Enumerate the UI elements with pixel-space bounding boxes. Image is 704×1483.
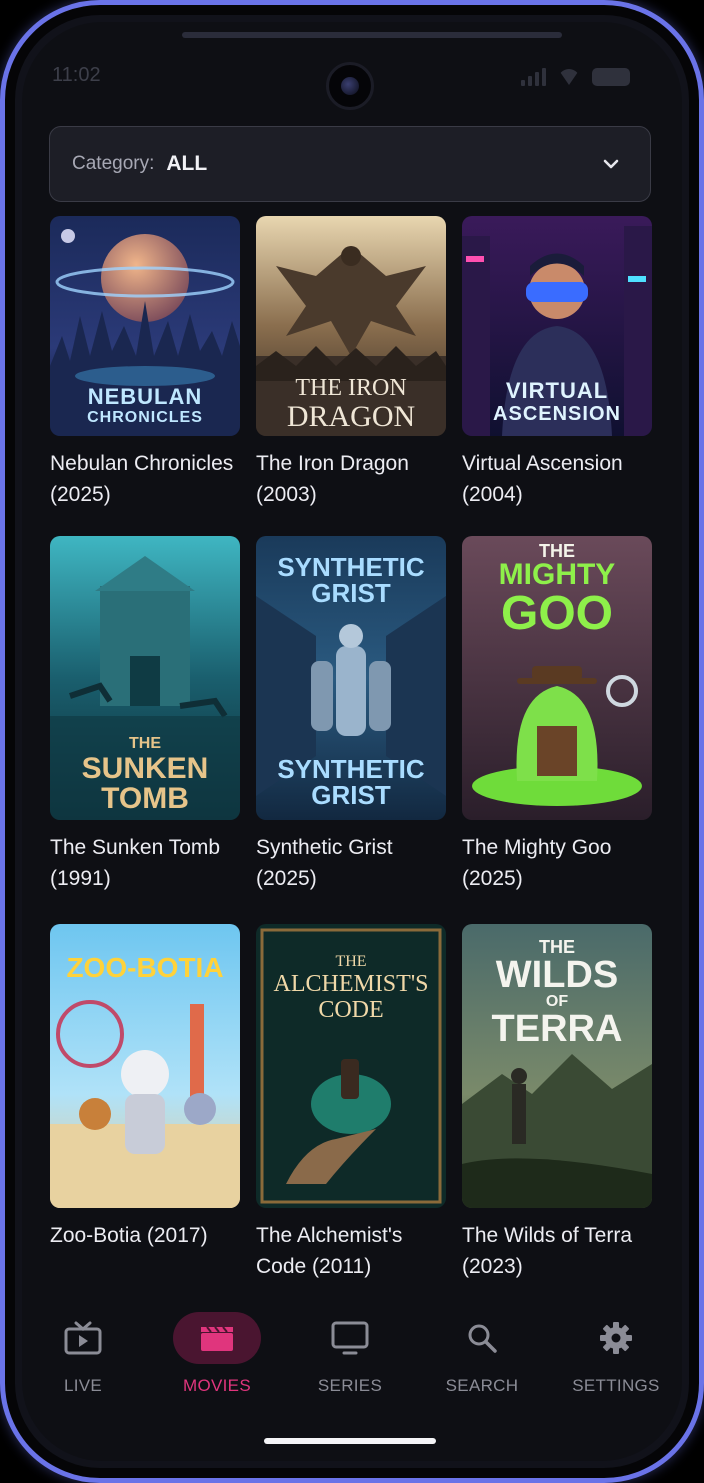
monitor-icon xyxy=(331,1321,369,1355)
movie-title: The Sunken Tomb (1991) xyxy=(50,836,221,890)
nav-item-movies[interactable]: MOVIES xyxy=(162,1312,272,1396)
movie-title: Synthetic Grist (2025) xyxy=(256,836,393,890)
category-dropdown[interactable]: Category: ALL xyxy=(49,126,651,202)
battery-icon xyxy=(592,68,630,86)
chevron-down-icon xyxy=(603,159,619,169)
app-screen: 11:02 Category: ALL NEBULAN CHRONICLES N… xyxy=(22,22,682,1461)
search-icon xyxy=(468,1324,497,1353)
poster-title: THE WILDS OF TERRA xyxy=(491,937,623,1050)
movie-title: The Wilds of Terra (2023) xyxy=(462,1224,632,1278)
gear-icon xyxy=(600,1322,632,1354)
nav-label: LIVE xyxy=(63,1376,103,1395)
movie-card[interactable]: THE ALCHEMIST'S CODE The Alchemist's Cod… xyxy=(256,924,446,1282)
movie-title: Zoo-Botia (2017) xyxy=(50,1224,208,1247)
nav-item-settings[interactable]: SETTINGS xyxy=(561,1312,671,1396)
movie-card[interactable]: NEBULAN CHRONICLES Nebulan Chronicles (2… xyxy=(50,216,240,510)
category-value: ALL xyxy=(166,152,208,175)
movie-card[interactable]: VIRTUAL ASCENSION Virtual Ascension (200… xyxy=(462,216,652,510)
home-indicator[interactable] xyxy=(264,1438,436,1444)
nav-label: MOVIES xyxy=(183,1376,251,1395)
clapperboard-icon xyxy=(201,1326,233,1351)
nav-label: SETTINGS xyxy=(572,1376,660,1395)
movie-poster[interactable]: ZOO-BOTIA xyxy=(50,924,240,1208)
poster-title: VIRTUAL ASCENSION xyxy=(493,378,621,425)
movie-title: Virtual Ascension (2004) xyxy=(462,452,623,506)
poster-title: ZOO-BOTIA xyxy=(66,952,224,983)
tv-icon xyxy=(64,1321,102,1355)
status-icons xyxy=(521,68,630,86)
nav-label: SERIES xyxy=(317,1376,383,1395)
movie-title: The Mighty Goo (2025) xyxy=(462,836,612,890)
poster-title: THE SUNKEN TOMB xyxy=(81,735,209,815)
poster-title: THE IRON DRAGON xyxy=(286,375,416,433)
category-label: Category: xyxy=(72,153,155,174)
movie-poster[interactable]: SYNTHETIC GRIST SYNTHETIC GRIST xyxy=(256,536,446,820)
movie-card[interactable]: THE MIGHTY GOO The Mighty Goo (2025) xyxy=(462,536,652,894)
movie-poster[interactable]: THE SUNKEN TOMB xyxy=(50,536,240,820)
poster-title: THE MIGHTY GOO xyxy=(498,541,616,640)
top-bezel-line xyxy=(182,32,562,38)
movie-poster[interactable]: THE IRON DRAGON xyxy=(256,216,446,436)
front-camera xyxy=(326,62,374,110)
movie-poster[interactable]: VIRTUAL ASCENSION xyxy=(462,216,652,436)
poster-title: SYNTHETIC GRIST xyxy=(277,552,425,608)
nav-item-search[interactable]: SEARCH xyxy=(427,1312,537,1396)
movie-card[interactable]: THE SUNKEN TOMB The Sunken Tomb (1991) xyxy=(50,536,240,894)
movie-card[interactable]: SYNTHETIC GRIST SYNTHETIC GRIST Syntheti… xyxy=(256,536,446,894)
movie-card[interactable]: ZOO-BOTIA Zoo-Botia (2017) xyxy=(50,924,240,1251)
bottom-nav: LIVE MOVIES SERIES SEARCH SETTINGS xyxy=(22,1312,682,1402)
status-bar: 11:02 xyxy=(22,62,682,110)
movie-title: The Iron Dragon (2003) xyxy=(256,452,409,506)
movie-poster[interactable]: THE MIGHTY GOO xyxy=(462,536,652,820)
poster-title: NEBULAN CHRONICLES xyxy=(87,384,203,426)
poster-title: SYNTHETIC GRIST xyxy=(277,754,425,810)
movie-poster[interactable]: THE WILDS OF TERRA xyxy=(462,924,652,1208)
movie-card[interactable]: THE IRON DRAGON The Iron Dragon (2003) xyxy=(256,216,446,510)
movie-card[interactable]: THE WILDS OF TERRA The Wilds of Terra (2… xyxy=(462,924,652,1282)
movie-poster[interactable]: NEBULAN CHRONICLES xyxy=(50,216,240,436)
movie-poster[interactable]: THE ALCHEMIST'S CODE xyxy=(256,924,446,1208)
nav-label: SEARCH xyxy=(445,1376,519,1395)
status-time: 11:02 xyxy=(52,64,101,86)
signal-icon xyxy=(521,68,546,86)
wifi-icon xyxy=(558,69,580,85)
movie-title: The Alchemist's Code (2011) xyxy=(256,1224,403,1278)
poster-title: THE ALCHEMIST'S CODE xyxy=(273,953,429,1023)
nav-item-series[interactable]: SERIES xyxy=(295,1312,405,1396)
nav-item-live[interactable]: LIVE xyxy=(28,1312,138,1396)
movie-title: Nebulan Chronicles (2025) xyxy=(50,452,234,506)
